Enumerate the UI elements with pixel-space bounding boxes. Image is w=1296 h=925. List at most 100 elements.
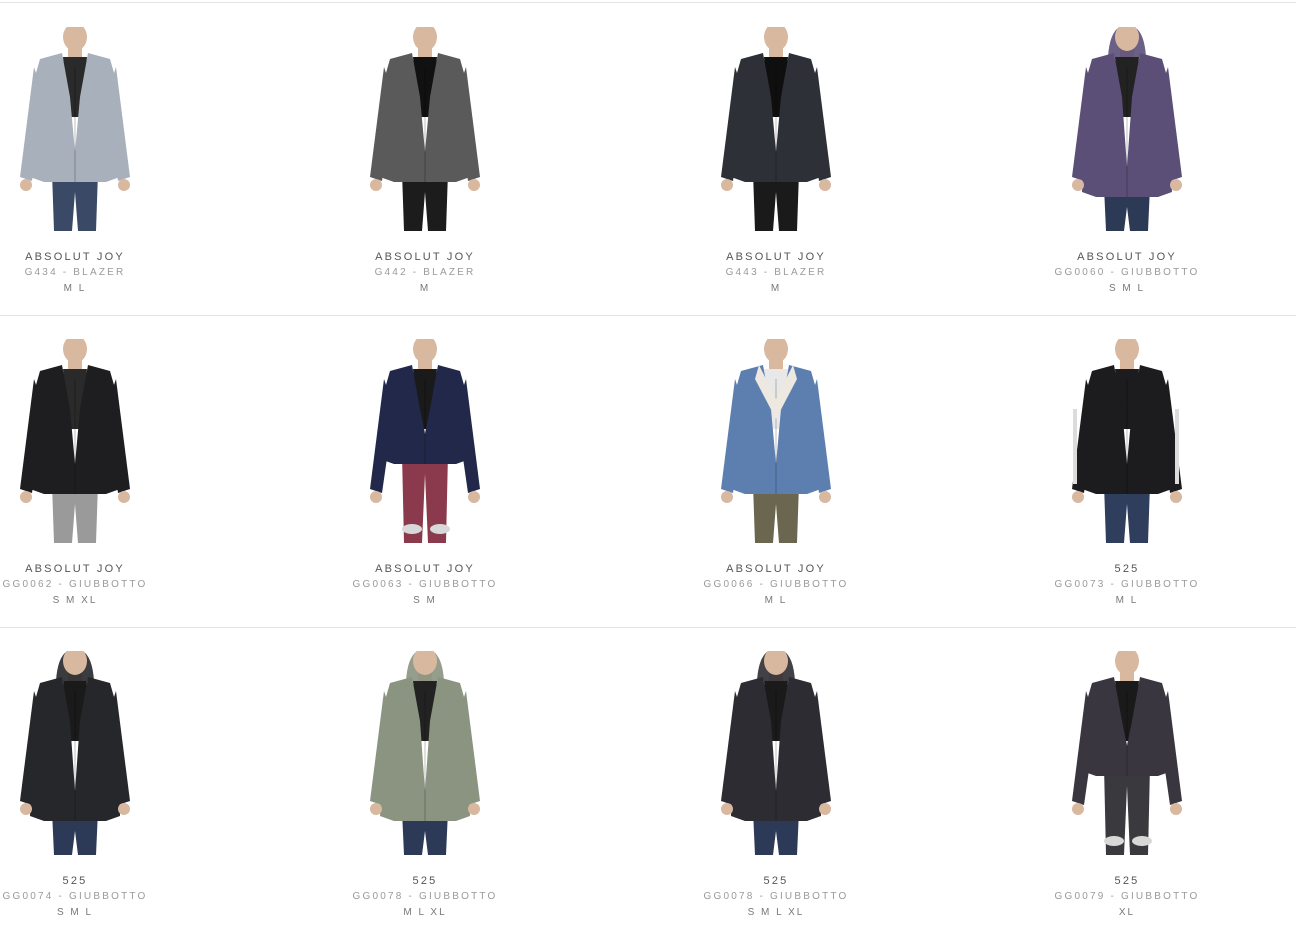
- hand-shape: [20, 803, 32, 815]
- product-brand: 525: [62, 875, 88, 887]
- model-photo-illustration: [20, 339, 130, 543]
- product-name[interactable]: GG0074 - GIUBBOTTO: [0, 889, 150, 905]
- product-sizes: M L XL: [403, 907, 447, 918]
- hand-shape: [20, 491, 32, 503]
- product-brand: ABSOLUT JOY: [1077, 251, 1177, 263]
- product-brand: ABSOLUT JOY: [375, 251, 475, 263]
- product-sizes: S M L: [56, 907, 94, 918]
- product-name[interactable]: GG0079 - GIUBBOTTO: [1052, 889, 1202, 905]
- head-shape: [413, 27, 437, 51]
- model-photo-illustration: [370, 27, 480, 231]
- model-photo-illustration: [721, 651, 831, 855]
- product-image[interactable]: [1052, 27, 1202, 231]
- product-row: 525 GG0074 - GIUBBOTTO S M L 525 GG0078 …: [0, 624, 1296, 925]
- product-card[interactable]: 525 GG0078 - GIUBBOTTO S M L XL: [701, 651, 851, 921]
- product-image[interactable]: [0, 27, 150, 231]
- product-card[interactable]: ABSOLUT JOY G434 - BLAZER M L: [0, 27, 150, 297]
- product-brand: 525: [1114, 563, 1140, 575]
- hand-shape: [1170, 179, 1182, 191]
- product-image[interactable]: [350, 27, 500, 231]
- product-card[interactable]: ABSOLUT JOY GG0066 - GIUBBOTTO M L: [701, 339, 851, 609]
- hand-shape: [468, 179, 480, 191]
- sleeve-stripe: [1073, 409, 1077, 484]
- product-sizes: XL: [1118, 907, 1136, 918]
- head-shape: [63, 339, 87, 363]
- product-card[interactable]: ABSOLUT JOY G442 - BLAZER M: [350, 27, 500, 297]
- product-image[interactable]: [350, 651, 500, 855]
- hand-shape: [721, 803, 733, 815]
- hand-shape: [370, 491, 382, 503]
- head-shape: [764, 27, 788, 51]
- product-image[interactable]: [701, 339, 851, 543]
- product-image[interactable]: [701, 651, 851, 855]
- shoe-shape: [430, 524, 450, 534]
- hand-shape: [468, 491, 480, 503]
- model-photo-illustration: [370, 651, 480, 855]
- product-brand: ABSOLUT JOY: [726, 251, 826, 263]
- product-sizes: S M XL: [52, 595, 98, 606]
- product-name[interactable]: GG0073 - GIUBBOTTO: [1052, 577, 1202, 593]
- product-card[interactable]: 525 GG0079 - GIUBBOTTO XL: [1052, 651, 1202, 921]
- product-card[interactable]: 525 GG0073 - GIUBBOTTO M L: [1052, 339, 1202, 609]
- product-image[interactable]: [0, 651, 150, 855]
- product-card[interactable]: ABSOLUT JOY GG0060 - GIUBBOTTO S M L: [1052, 27, 1202, 297]
- product-card[interactable]: ABSOLUT JOY GG0063 - GIUBBOTTO S M: [350, 339, 500, 609]
- hand-shape: [721, 491, 733, 503]
- model-photo-illustration: [1072, 651, 1182, 855]
- product-card[interactable]: ABSOLUT JOY GG0062 - GIUBBOTTO S M XL: [0, 339, 150, 609]
- product-name[interactable]: GG0060 - GIUBBOTTO: [1052, 265, 1202, 281]
- head-shape: [1115, 339, 1139, 363]
- shoe-shape: [1132, 836, 1152, 846]
- product-image[interactable]: [701, 27, 851, 231]
- product-sizes: S M: [413, 595, 437, 606]
- hand-shape: [468, 803, 480, 815]
- product-name[interactable]: GG0062 - GIUBBOTTO: [0, 577, 150, 593]
- product-image[interactable]: [0, 339, 150, 543]
- model-photo-illustration: [721, 339, 831, 543]
- hand-shape: [721, 179, 733, 191]
- sleeve-stripe: [1175, 409, 1179, 484]
- hand-shape: [1170, 803, 1182, 815]
- product-card[interactable]: 525 GG0074 - GIUBBOTTO S M L: [0, 651, 150, 921]
- product-name[interactable]: GG0063 - GIUBBOTTO: [350, 577, 500, 593]
- model-photo-illustration: [20, 651, 130, 855]
- product-image[interactable]: [350, 339, 500, 543]
- product-brand: ABSOLUT JOY: [375, 563, 475, 575]
- product-sizes: S M L: [1108, 283, 1146, 294]
- hand-shape: [1170, 491, 1182, 503]
- product-brand: ABSOLUT JOY: [25, 563, 125, 575]
- product-name[interactable]: G442 - BLAZER: [350, 265, 500, 281]
- hand-shape: [118, 803, 130, 815]
- product-name[interactable]: GG0066 - GIUBBOTTO: [701, 577, 851, 593]
- product-sizes: M: [770, 283, 782, 294]
- hand-shape: [819, 803, 831, 815]
- hand-shape: [1072, 179, 1084, 191]
- product-name[interactable]: G434 - BLAZER: [0, 265, 150, 281]
- shoe-shape: [1104, 836, 1124, 846]
- product-brand: 525: [763, 875, 789, 887]
- product-image[interactable]: [1052, 339, 1202, 543]
- head-shape: [1115, 651, 1139, 675]
- model-photo-illustration: [1072, 27, 1182, 231]
- product-sizes: M: [419, 283, 431, 294]
- hand-shape: [118, 491, 130, 503]
- model-photo-illustration: [370, 339, 480, 543]
- product-sizes: M L: [1115, 595, 1139, 606]
- product-card[interactable]: 525 GG0078 - GIUBBOTTO M L XL: [350, 651, 500, 921]
- product-brand: ABSOLUT JOY: [726, 563, 826, 575]
- product-sizes: S M L XL: [747, 907, 805, 918]
- model-photo-illustration: [1072, 339, 1182, 543]
- product-name[interactable]: GG0078 - GIUBBOTTO: [701, 889, 851, 905]
- product-name[interactable]: G443 - BLAZER: [701, 265, 851, 281]
- head-shape: [764, 339, 788, 363]
- shoe-shape: [402, 524, 422, 534]
- product-image[interactable]: [1052, 651, 1202, 855]
- hand-shape: [1072, 803, 1084, 815]
- hand-shape: [819, 179, 831, 191]
- product-card[interactable]: ABSOLUT JOY G443 - BLAZER M: [701, 27, 851, 297]
- hand-shape: [819, 491, 831, 503]
- hand-shape: [370, 803, 382, 815]
- head-shape: [63, 27, 87, 51]
- product-sizes: M L: [764, 595, 788, 606]
- product-name[interactable]: GG0078 - GIUBBOTTO: [350, 889, 500, 905]
